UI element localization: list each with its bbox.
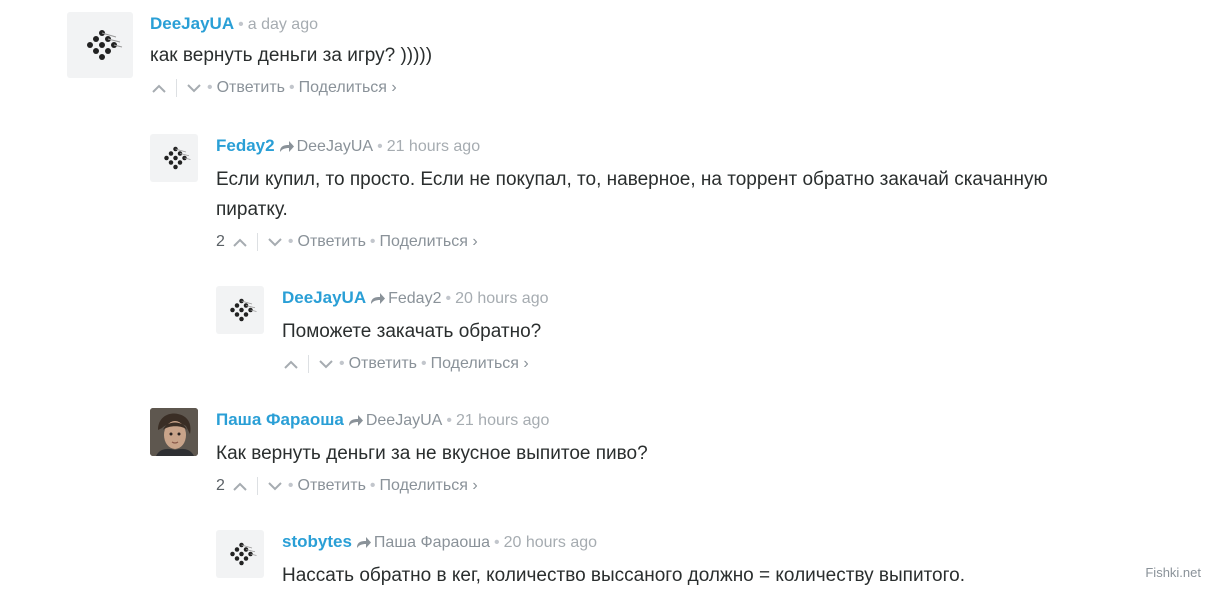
comment-header: DeeJayUA • a day ago <box>150 12 432 37</box>
comment-header: stobytes Паша Фараоша • 20 hours ago <box>282 530 965 557</box>
separator-dot: • <box>377 138 383 155</box>
user-photo-icon <box>150 408 198 456</box>
avatar[interactable] <box>216 530 264 578</box>
default-avatar-icon <box>87 30 123 60</box>
share-link[interactable]: Поделиться › <box>380 230 478 254</box>
upvote-icon[interactable] <box>150 84 168 93</box>
share-link[interactable]: Поделиться › <box>380 474 478 498</box>
avatar[interactable] <box>150 408 198 456</box>
comment-header: Feday2 DeeJayUA • 21 hours ago <box>216 134 1076 161</box>
upvote-icon[interactable] <box>231 482 249 491</box>
share-link[interactable]: Поделиться › <box>431 352 529 376</box>
separator-dot: • <box>287 233 294 250</box>
watermark: Fishki.net <box>1145 565 1201 580</box>
upvote-icon[interactable] <box>231 238 249 247</box>
reply-link[interactable]: Ответить <box>298 474 366 498</box>
avatar[interactable] <box>216 286 264 334</box>
reply-link[interactable]: Ответить <box>217 76 285 100</box>
comment-footer: 2 • Ответить • Поделиться › <box>216 474 648 498</box>
reply-link[interactable]: Ответить <box>298 230 366 254</box>
reply-arrow-icon <box>348 411 364 435</box>
comment-text: как вернуть деньги за игру? ))))) <box>150 45 433 66</box>
comment-header: DeeJayUA Feday2 • 20 hours ago <box>282 286 549 313</box>
comment-text: Если купил, то просто. Если не покупал, … <box>216 169 1048 220</box>
author-name[interactable]: DeeJayUA <box>150 14 234 33</box>
downvote-icon[interactable] <box>317 359 335 369</box>
vote-divider <box>256 233 258 251</box>
downvote-icon[interactable] <box>185 83 203 93</box>
separator-dot: • <box>494 534 500 551</box>
separator-dot: • <box>207 79 213 96</box>
timestamp[interactable]: 21 hours ago <box>387 138 480 155</box>
separator-dot: • <box>289 79 295 96</box>
comment-text: Нассать обратно в кег, количество выссан… <box>282 565 965 586</box>
separator-dot: • <box>339 355 345 372</box>
parent-author[interactable]: Feday2 <box>388 290 441 307</box>
share-link[interactable]: Поделиться › <box>299 76 397 100</box>
default-avatar-icon <box>164 146 191 170</box>
parent-author[interactable]: Паша Фараоша <box>374 534 490 551</box>
separator-dot: • <box>369 477 376 494</box>
vote-divider <box>256 477 258 495</box>
vote-count: 2 <box>216 477 225 494</box>
parent-author[interactable]: DeeJayUA <box>366 412 442 429</box>
timestamp[interactable]: 20 hours ago <box>504 534 597 551</box>
comment-footer: • Ответить • Поделиться › <box>282 352 549 376</box>
reply-link[interactable]: Ответить <box>349 352 417 376</box>
reply-arrow-icon <box>370 289 386 313</box>
upvote-icon[interactable] <box>282 360 300 369</box>
parent-author[interactable]: DeeJayUA <box>297 138 373 155</box>
separator-dot: • <box>421 355 427 372</box>
reply-arrow-icon <box>279 137 295 161</box>
separator-dot: • <box>287 477 294 494</box>
timestamp[interactable]: a day ago <box>248 16 318 33</box>
separator-dot: • <box>369 233 376 250</box>
comment-text: Как вернуть деньги за не вкусное выпитое… <box>216 443 648 464</box>
separator-dot: • <box>238 16 244 33</box>
default-avatar-icon <box>230 542 257 566</box>
downvote-icon[interactable] <box>266 481 284 491</box>
vote-count: 2 <box>216 233 225 250</box>
author-name[interactable]: stobytes <box>282 532 352 551</box>
author-name[interactable]: Feday2 <box>216 136 275 155</box>
vote-divider <box>308 355 309 373</box>
comment-text: Поможете закачать обратно? <box>282 321 542 342</box>
separator-dot: • <box>445 290 452 307</box>
timestamp[interactable]: 20 hours ago <box>455 290 548 307</box>
vote-divider <box>176 79 177 97</box>
avatar[interactable] <box>67 12 133 78</box>
comment-header: Паша Фараоша DeeJayUA • 21 hours ago <box>216 408 648 435</box>
reply-arrow-icon <box>356 533 372 557</box>
comment-footer: 2 • Ответить • Поделиться › <box>216 230 1076 254</box>
downvote-icon[interactable] <box>266 237 284 247</box>
separator-dot: • <box>446 412 452 429</box>
author-name[interactable]: DeeJayUA <box>282 288 366 307</box>
avatar[interactable] <box>150 134 198 182</box>
default-avatar-icon <box>230 298 257 322</box>
comment-footer: • Ответить • Поделиться › <box>150 76 432 100</box>
author-name[interactable]: Паша Фараоша <box>216 410 344 429</box>
timestamp[interactable]: 21 hours ago <box>456 412 549 429</box>
